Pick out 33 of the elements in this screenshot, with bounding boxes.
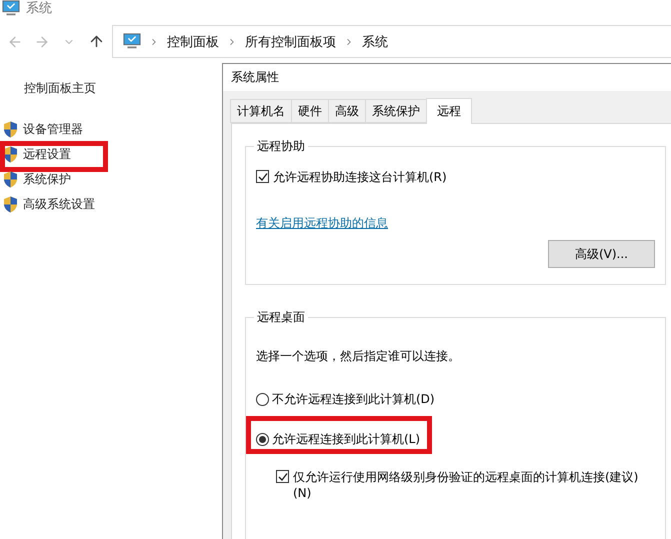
- tab[interactable]: 计算机名: [230, 99, 292, 123]
- info-link[interactable]: 有关启用远程协助的信息: [256, 215, 388, 232]
- group-title: 远程桌面: [254, 309, 308, 326]
- shield-icon: [3, 196, 18, 213]
- dialog-title: 系统属性: [231, 69, 279, 86]
- instruction-text: 选择一个选项，然后指定谁可以连接。: [256, 348, 460, 365]
- tab[interactable]: 硬件: [291, 99, 329, 123]
- radio-label: 不允许远程连接到此计算机(D): [272, 391, 435, 407]
- radio-label: 允许远程连接到此计算机(L): [272, 431, 420, 447]
- checkbox[interactable]: [256, 170, 269, 183]
- advanced-button[interactable]: 高级(V)...: [548, 240, 655, 268]
- address-bar[interactable]: 控制面板 所有控制面板项 系统: [112, 25, 671, 58]
- sidebar-link[interactable]: 高级系统设置: [23, 196, 95, 213]
- sidebar-link[interactable]: 系统保护: [23, 171, 71, 188]
- checkbox-label: 允许远程协助连接这台计算机(R): [273, 169, 447, 185]
- breadcrumb[interactable]: 系统: [362, 32, 388, 50]
- radio-button[interactable]: [256, 392, 269, 406]
- home-link[interactable]: 控制面板主页: [24, 80, 96, 97]
- window-title: 系统: [26, 0, 52, 17]
- tab[interactable]: 高级: [328, 99, 366, 123]
- shield-icon: [3, 121, 18, 138]
- sidebar-link[interactable]: 设备管理器: [23, 121, 83, 138]
- breadcrumb[interactable]: 所有控制面板项: [245, 32, 336, 50]
- checkbox[interactable]: [276, 470, 289, 483]
- radio-button[interactable]: [256, 432, 269, 446]
- tab[interactable]: 远程: [426, 98, 472, 124]
- tab[interactable]: 系统保护: [365, 99, 427, 123]
- breadcrumb[interactable]: 控制面板: [167, 32, 219, 50]
- sidebar-link[interactable]: 远程设置: [23, 146, 71, 163]
- checkbox-label: 仅允许运行使用网络级别身份验证的远程桌面的计算机连接(建议)(N): [293, 469, 640, 501]
- computer-icon: [123, 33, 141, 50]
- shield-icon: [3, 171, 18, 188]
- shield-icon: [3, 146, 18, 163]
